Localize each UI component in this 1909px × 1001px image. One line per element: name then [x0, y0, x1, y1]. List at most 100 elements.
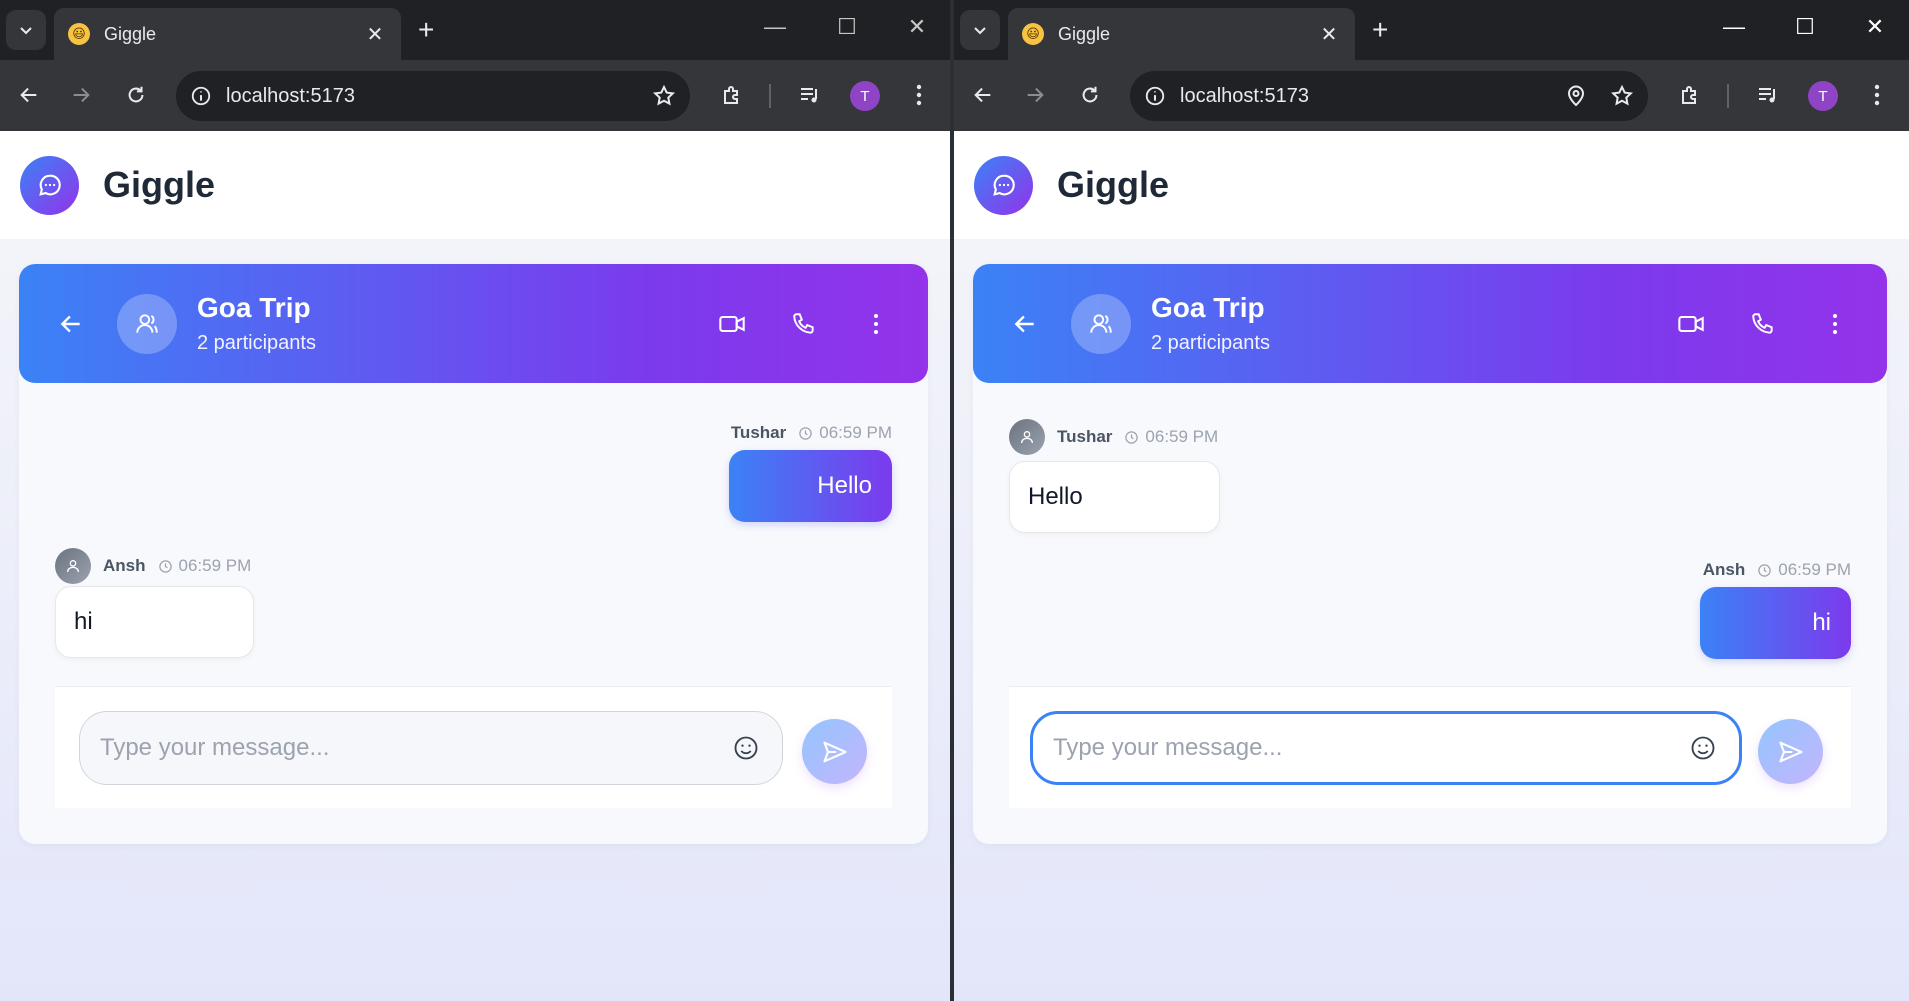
- chat-menu-button[interactable]: [1817, 306, 1853, 342]
- users-icon: [136, 313, 158, 333]
- star-icon[interactable]: [1610, 84, 1634, 108]
- sender-name: Tushar: [1057, 427, 1113, 446]
- send-icon: [822, 741, 847, 762]
- new-tab-button[interactable]: +: [418, 14, 434, 46]
- site-info-icon[interactable]: [190, 85, 212, 107]
- sender-name: Ansh: [1702, 560, 1746, 579]
- chat-panel: Goa Trip 2 participants Tushar 06:59 PM …: [19, 264, 928, 844]
- message-input[interactable]: [100, 734, 730, 762]
- message-input-wrapper[interactable]: [1030, 711, 1742, 785]
- smile-icon[interactable]: [1687, 732, 1719, 764]
- phone-icon: [793, 312, 814, 334]
- new-tab-button[interactable]: +: [1372, 14, 1388, 46]
- arrow-left-icon[interactable]: [1007, 306, 1043, 342]
- tab-search-button[interactable]: [6, 10, 46, 50]
- chat-menu-button[interactable]: [858, 306, 894, 342]
- video-call-button[interactable]: [1673, 306, 1709, 342]
- minimize-button[interactable]: —: [1721, 14, 1747, 40]
- profile-avatar[interactable]: T: [1808, 81, 1838, 111]
- message-meta: Tushar 06:59 PM: [1009, 419, 1218, 455]
- toolbar-separator: [1727, 84, 1729, 108]
- maximize-button[interactable]: ☐: [1792, 14, 1818, 40]
- message-time: 06:59 PM: [1778, 560, 1851, 579]
- voice-call-button[interactable]: [1745, 306, 1781, 342]
- address-bar[interactable]: localhost:5173: [1130, 71, 1648, 121]
- smile-icon[interactable]: [730, 732, 762, 764]
- site-info-icon[interactable]: [1144, 85, 1166, 107]
- back-nav-icon[interactable]: [968, 80, 998, 110]
- puzzle-icon[interactable]: [717, 80, 747, 110]
- browser-menu-icon[interactable]: [904, 80, 934, 110]
- browser-toolbar: localhost:5173 T: [954, 60, 1909, 131]
- window-close-button[interactable]: ✕: [904, 14, 930, 40]
- message-input-wrapper[interactable]: [79, 711, 783, 785]
- puzzle-icon[interactable]: [1675, 80, 1705, 110]
- reload-icon[interactable]: [1075, 80, 1105, 110]
- app-title: Giggle: [1057, 164, 1170, 205]
- phone-icon: [1752, 312, 1773, 334]
- window-close-button[interactable]: ✕: [1862, 14, 1888, 40]
- minimize-button[interactable]: —: [762, 14, 788, 40]
- arrow-left-icon[interactable]: [53, 306, 89, 342]
- toolbar-separator: [769, 84, 771, 108]
- maximize-button[interactable]: ☐: [834, 14, 860, 40]
- message-composer: [1009, 686, 1851, 808]
- reload-icon[interactable]: [121, 80, 151, 110]
- back-nav-icon[interactable]: [14, 80, 44, 110]
- group-name: Goa Trip: [1151, 292, 1265, 323]
- group-avatar: [117, 293, 177, 354]
- users-icon: [1090, 313, 1112, 333]
- browser-toolbar: localhost:5173 T: [0, 60, 950, 131]
- forward-nav-icon[interactable]: [66, 80, 96, 110]
- message-list: Tushar 06:59 PM Hello Ansh 06:59 PM hi: [19, 383, 928, 683]
- chat-panel: Goa Trip 2 participants Tushar 06:59 PM …: [973, 264, 1887, 844]
- message-meta: Ansh 06:59 PM: [1703, 560, 1851, 580]
- browser-window-right: 😃 Giggle ✕ + — ☐ ✕ localhost:5173 T Gigg…: [954, 0, 1909, 1001]
- participant-count: 2 participants: [1151, 332, 1270, 354]
- voice-call-button[interactable]: [786, 306, 822, 342]
- chat-bubble-icon: [20, 155, 79, 215]
- send-button[interactable]: [802, 719, 867, 784]
- message-bubble-outgoing: hi: [1700, 587, 1851, 659]
- clock-icon: [1757, 563, 1772, 578]
- tab-search-button[interactable]: [960, 10, 1000, 50]
- star-icon[interactable]: [652, 84, 676, 108]
- favicon-icon: 😃: [68, 23, 90, 45]
- group-avatar: [1071, 293, 1131, 354]
- location-pin-icon[interactable]: [1564, 84, 1588, 108]
- tab-title: Giggle: [104, 23, 157, 44]
- chevron-down-icon: [20, 27, 32, 35]
- app-header: Giggle: [0, 131, 950, 239]
- message-bubble-incoming: hi: [55, 586, 254, 658]
- chat-header: Goa Trip 2 participants: [973, 264, 1887, 383]
- forward-nav-icon[interactable]: [1020, 80, 1050, 110]
- user-icon: [55, 548, 91, 584]
- favicon-icon: 😃: [1022, 23, 1044, 45]
- sender-name: Tushar: [730, 423, 787, 442]
- url-text: localhost:5173: [226, 84, 355, 107]
- media-control-icon[interactable]: [1753, 80, 1783, 110]
- tab-close-icon[interactable]: ✕: [1317, 22, 1341, 47]
- tab-strip: 😃 Giggle ✕ + — ☐ ✕: [0, 0, 950, 60]
- more-vertical-icon: [874, 313, 878, 334]
- group-info: Goa Trip 2 participants: [197, 292, 678, 355]
- browser-menu-icon[interactable]: [1862, 80, 1892, 110]
- video-call-button[interactable]: [714, 306, 750, 342]
- clock-icon: [1124, 430, 1139, 445]
- group-name: Goa Trip: [197, 292, 311, 323]
- tab-close-icon[interactable]: ✕: [363, 22, 387, 47]
- profile-avatar[interactable]: T: [850, 81, 880, 111]
- browser-tab[interactable]: 😃 Giggle ✕: [1008, 8, 1355, 60]
- participant-count: 2 participants: [197, 332, 316, 354]
- message-composer: [55, 686, 892, 808]
- address-bar[interactable]: localhost:5173: [176, 71, 690, 121]
- send-button[interactable]: [1758, 719, 1823, 784]
- media-control-icon[interactable]: [795, 80, 825, 110]
- message-input[interactable]: [1053, 734, 1687, 762]
- send-icon: [1778, 741, 1803, 762]
- sender-name: Ansh: [103, 556, 146, 575]
- more-vertical-icon: [1833, 313, 1837, 334]
- browser-tab[interactable]: 😃 Giggle ✕: [54, 8, 401, 60]
- user-icon: [1009, 419, 1045, 455]
- tab-title: Giggle: [1058, 23, 1111, 44]
